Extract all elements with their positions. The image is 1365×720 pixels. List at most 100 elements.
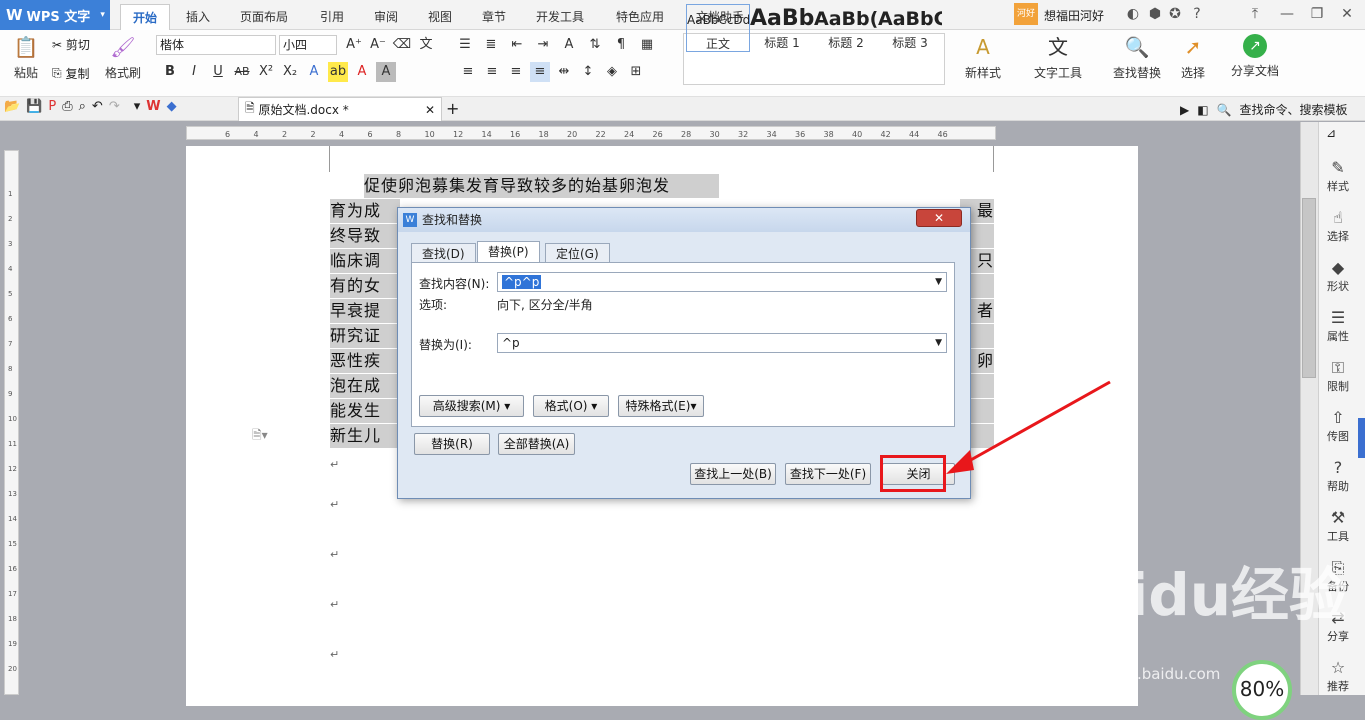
text-tools-button[interactable]: 文 文字工具 [1026,34,1090,81]
sidepanel-item-0[interactable]: ✎ 样式 [1318,158,1358,194]
bold-icon[interactable]: B [160,62,180,82]
collapse-panel-icon[interactable]: ⊿ [1326,126,1336,140]
show-marks-icon[interactable]: ¶ [611,35,631,55]
cut-button[interactable]: ✂ 剪切 [52,36,90,53]
scrollbar-thumb[interactable] [1302,198,1316,378]
sidepanel-item-10[interactable]: ☆ 推荐 [1318,658,1358,694]
outdent-icon[interactable]: ⇤ [507,35,527,55]
open-icon[interactable]: 📂 [4,99,20,114]
dialog-title-bar[interactable]: W 查找和替换 [398,208,970,232]
undo-icon[interactable]: ↶ [92,99,103,114]
preview-icon[interactable]: ⌕ [79,99,86,114]
dialog-close-icon[interactable]: ✕ [916,209,962,227]
sidepanel-item-6[interactable]: ? 帮助 [1318,458,1358,494]
select-button[interactable]: ➚ 选择 [1174,34,1212,81]
document-tab[interactable]: 🗎 原始文档.docx * ✕ [238,97,442,121]
borders-icon[interactable]: ⊞ [626,62,646,82]
clear-format-icon[interactable]: ⌫ [392,35,412,55]
search-command[interactable]: 查找命令、搜索模板 [1240,101,1348,118]
tab-goto[interactable]: 定位(G) [545,243,610,263]
chevron-down-icon[interactable]: ▼ [935,334,942,352]
format-painter-button[interactable]: 🖌 格式刷 [102,34,144,81]
tab-1[interactable]: 插入 [174,4,222,30]
replace-with-input[interactable]: ^p ▼ [497,333,947,353]
style-1[interactable]: AaBb 标题 1 [750,4,814,52]
strikethrough-icon[interactable]: AB [232,62,252,82]
sidepanel-item-5[interactable]: ⇧ 传图 [1318,408,1358,444]
restore-icon[interactable]: ⤒ [1240,0,1270,30]
indent-icon[interactable]: ⇥ [533,35,553,55]
horizontal-ruler[interactable]: 6 4 2 2 4 6 8 10 12 14 16 18 20 22 24 26 28 30 32 34 36 38 40 4… [186,126,996,140]
pin-icon[interactable]: ◧ [1197,103,1208,117]
bullets-icon[interactable]: ☰ [455,35,475,55]
tab-2[interactable]: 页面布局 [228,4,300,30]
special-format-button[interactable]: 特殊格式(E)▾ [618,395,704,417]
save-icon[interactable]: 💾 [26,99,42,114]
print-icon[interactable]: ⎙ [62,99,72,114]
style-3[interactable]: AaBbC 标题 3 [878,4,942,52]
font-family-select[interactable]: 楷体 [156,35,276,55]
find-what-input[interactable]: ^p^p ▼ [497,272,947,292]
app-menu-button[interactable]: W WPS 文字 ▾ [0,0,110,30]
find-previous-button[interactable]: 查找上一处(B) [690,463,776,485]
align-center-icon[interactable]: ≡ [482,62,502,82]
video-icon[interactable]: ▶ [1180,103,1189,117]
sidepanel-item-4[interactable]: ⚿ 限制 [1318,358,1358,394]
cube-icon[interactable]: ◆ [167,99,177,114]
superscript-icon[interactable]: X² [256,62,276,82]
tab-6[interactable]: 章节 [470,4,518,30]
tab-0[interactable]: 开始 [120,4,171,30]
font-color-icon[interactable]: A [352,62,372,82]
sidepanel-item-1[interactable]: ☝ 选择 [1318,208,1358,244]
tab-find[interactable]: 查找(D) [411,243,476,263]
maximize-icon[interactable]: ❐ [1302,0,1332,30]
zoom-indicator[interactable]: 80% [1232,660,1292,720]
underline-icon[interactable]: U [208,62,228,82]
char-shading-icon[interactable]: A [376,62,396,82]
grow-font-icon[interactable]: A⁺ [344,35,364,55]
tab-3[interactable]: 引用 [308,4,356,30]
paste-button[interactable]: 📋 粘贴 [8,34,44,81]
close-tab-icon[interactable]: ✕ [425,103,435,117]
tab-replace[interactable]: 替换(P) [477,241,540,263]
subscript-icon[interactable]: X₂ [280,62,300,82]
replace-all-button[interactable]: 全部替换(A) [498,433,575,455]
find-next-button[interactable]: 查找下一处(F) [785,463,871,485]
pdf-icon[interactable]: P [48,99,56,114]
new-tab-icon[interactable]: + [446,99,459,118]
tab-5[interactable]: 视图 [416,4,464,30]
align-left-icon[interactable]: ≡ [458,62,478,82]
line-spacing-icon[interactable]: ↕ [578,62,598,82]
minimize-icon[interactable]: — [1272,0,1302,30]
highlight-icon[interactable]: ab [328,62,348,82]
advanced-search-button[interactable]: 高级搜索(M) ▾ [419,395,524,417]
chevron-down-icon[interactable]: ▼ [935,273,942,291]
help-button[interactable]: ? [1182,0,1212,30]
table-icon[interactable]: ▦ [637,35,657,55]
new-style-button[interactable]: A 新样式 [958,34,1008,81]
phonetic-icon[interactable]: 文 [416,35,436,55]
redo-icon[interactable]: ↷ [109,99,120,114]
paragraph-icon[interactable]: 🗎▾ [252,426,268,447]
copy-button[interactable]: ⎘ 复制 [52,65,89,82]
replace-button[interactable]: 替换(R) [414,433,490,455]
style-0[interactable]: AaBbCcDd 正文 [686,4,750,52]
panel-toggle[interactable] [1358,418,1365,458]
sidepanel-item-3[interactable]: ☰ 属性 [1318,308,1358,344]
tab-8[interactable]: 特色应用 [604,4,676,30]
italic-icon[interactable]: I [184,62,204,82]
format-button[interactable]: 格式(O) ▾ [533,395,609,417]
shading-icon[interactable]: ◈ [602,62,622,82]
share-doc-button[interactable]: ↗ 分享文档 [1226,34,1284,79]
vertical-ruler[interactable]: 1 2 3 4 5 6 7 8 9 10 11 12 13 14 15 16 17 18 19 20 [4,150,19,695]
chinese-layout-icon[interactable]: A [559,35,579,55]
font-size-select[interactable]: 小四 [279,35,337,55]
tab-7[interactable]: 开发工具 [524,4,596,30]
text-effect-icon[interactable]: A [304,62,324,82]
find-replace-button[interactable]: 🔍 查找替换 [1106,34,1168,81]
sort-icon[interactable]: ⇅ [585,35,605,55]
user-name[interactable]: 想福田河好 [1044,7,1104,24]
sidepanel-item-2[interactable]: ◆ 形状 [1318,258,1358,294]
align-right-icon[interactable]: ≡ [506,62,526,82]
customize-icon[interactable]: ▾ [134,99,141,114]
